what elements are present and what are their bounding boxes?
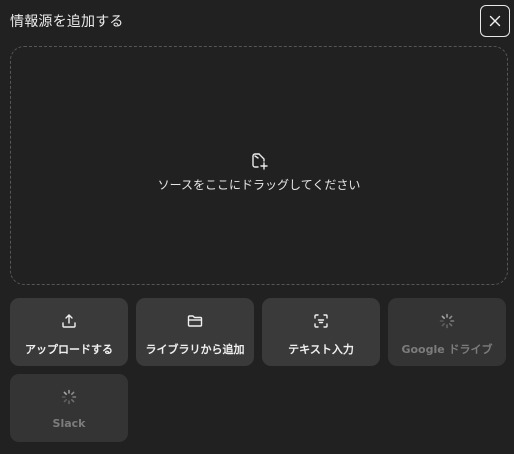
add-file-icon [250,152,268,170]
upload-icon [61,312,77,330]
text-input-label: テキスト入力 [288,343,354,356]
loading-spinner-icon [439,312,455,330]
upload-button-label: アップロードする [25,343,113,356]
add-source-dialog: 情報源を追加する ソースをここにドラッグしてください アップロードする ライブラ… [0,0,514,454]
google-drive-label: Google ドライブ [401,343,493,356]
add-from-library-button[interactable]: ライブラリから追加 [136,298,254,366]
dialog-title: 情報源を追加する [10,14,124,30]
slack-button[interactable]: Slack [10,374,128,442]
text-scan-icon [313,312,329,330]
slack-label: Slack [52,417,86,430]
google-drive-button[interactable]: Google ドライブ [388,298,506,366]
add-from-library-label: ライブラリから追加 [145,343,245,356]
close-icon [489,15,501,27]
drop-zone-text: ソースをここにドラッグしてください [157,178,361,192]
close-button[interactable] [480,5,510,37]
upload-button[interactable]: アップロードする [10,298,128,366]
loading-spinner-icon [61,388,77,406]
folder-icon [187,312,204,330]
text-input-button[interactable]: テキスト入力 [262,298,380,366]
drop-zone[interactable]: ソースをここにドラッグしてください [10,46,508,285]
